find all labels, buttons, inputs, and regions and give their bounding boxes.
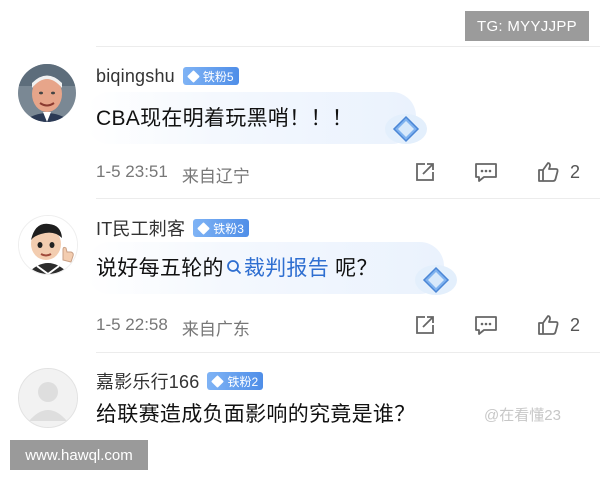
location: 来自辽宁 xyxy=(181,167,250,186)
username[interactable]: biqingshu xyxy=(96,66,175,87)
fan-badge: 铁粉3 xyxy=(193,219,249,237)
share-icon xyxy=(416,316,434,334)
reply-button[interactable] xyxy=(474,161,498,183)
search-icon xyxy=(226,260,241,275)
avatar[interactable] xyxy=(18,215,78,275)
search-link[interactable]: 裁判报告 xyxy=(224,252,329,282)
fan-badge: 铁粉5 xyxy=(182,67,239,85)
badge-label: 铁粉3 xyxy=(213,221,244,236)
comment-actions: 2 xyxy=(414,160,580,184)
thumbs-up-icon xyxy=(538,162,559,182)
comment-header: IT民工刺客 铁粉3 xyxy=(96,216,249,240)
comment-text-part: 呢？ xyxy=(329,257,378,280)
share-icon xyxy=(416,163,434,181)
like-button[interactable]: 2 xyxy=(536,313,580,337)
watermark-top-right: TG: MYYJJPP xyxy=(465,11,589,41)
watermark-bottom-left: www.hawql.com xyxy=(10,440,148,470)
comment-icon xyxy=(475,316,497,335)
like-count: 2 xyxy=(569,314,580,335)
like-count: 2 xyxy=(569,161,580,182)
diamond-gem-icon xyxy=(197,221,211,235)
comment-text: 给联赛造成负面影响的究竟是谁？ xyxy=(96,403,416,426)
divider xyxy=(96,198,600,199)
comment-text-part: 说好每五轮的 xyxy=(96,257,224,280)
location: 来自广东 xyxy=(181,320,250,339)
reply-button[interactable] xyxy=(474,314,498,336)
username[interactable]: 嘉影乐行166 xyxy=(96,368,199,394)
diamond-gem-icon xyxy=(415,265,457,295)
share-button[interactable] xyxy=(414,314,436,336)
diamond-gem-icon xyxy=(187,69,200,83)
comment-icon xyxy=(475,163,497,182)
timestamp: 1-5 23:51 xyxy=(96,162,168,181)
diamond-gem-icon xyxy=(385,114,427,144)
comment-text: CBA现在明着玩黑哨！！！ xyxy=(96,107,354,130)
divider xyxy=(96,46,600,47)
diamond-gem-icon xyxy=(211,374,225,388)
avatar[interactable] xyxy=(18,64,76,122)
divider xyxy=(96,352,600,353)
thumbs-up-icon xyxy=(538,315,559,335)
comment-header: biqingshu 铁粉5 xyxy=(96,64,239,88)
search-term: 裁判报告 xyxy=(243,257,330,280)
fan-badge: 铁粉2 xyxy=(207,372,264,390)
timestamp: 1-5 22:58 xyxy=(96,315,168,334)
comment-meta: 1-5 23:51 来自辽宁 xyxy=(96,162,250,187)
comment-meta: 1-5 22:58 来自广东 xyxy=(96,315,250,340)
badge-label: 铁粉5 xyxy=(202,69,234,84)
watermark-corner: @在看懂23 xyxy=(484,407,561,424)
badge-label: 铁粉2 xyxy=(227,374,259,389)
share-button[interactable] xyxy=(414,161,436,183)
comment-text: 说好每五轮的 裁判报告 呢？ xyxy=(96,250,378,284)
comment-actions: 2 xyxy=(414,313,580,337)
username[interactable]: IT民工刺客 xyxy=(96,215,185,241)
avatar[interactable] xyxy=(18,368,78,428)
comment-header: 嘉影乐行166 铁粉2 xyxy=(96,368,264,394)
like-button[interactable]: 2 xyxy=(536,160,580,184)
